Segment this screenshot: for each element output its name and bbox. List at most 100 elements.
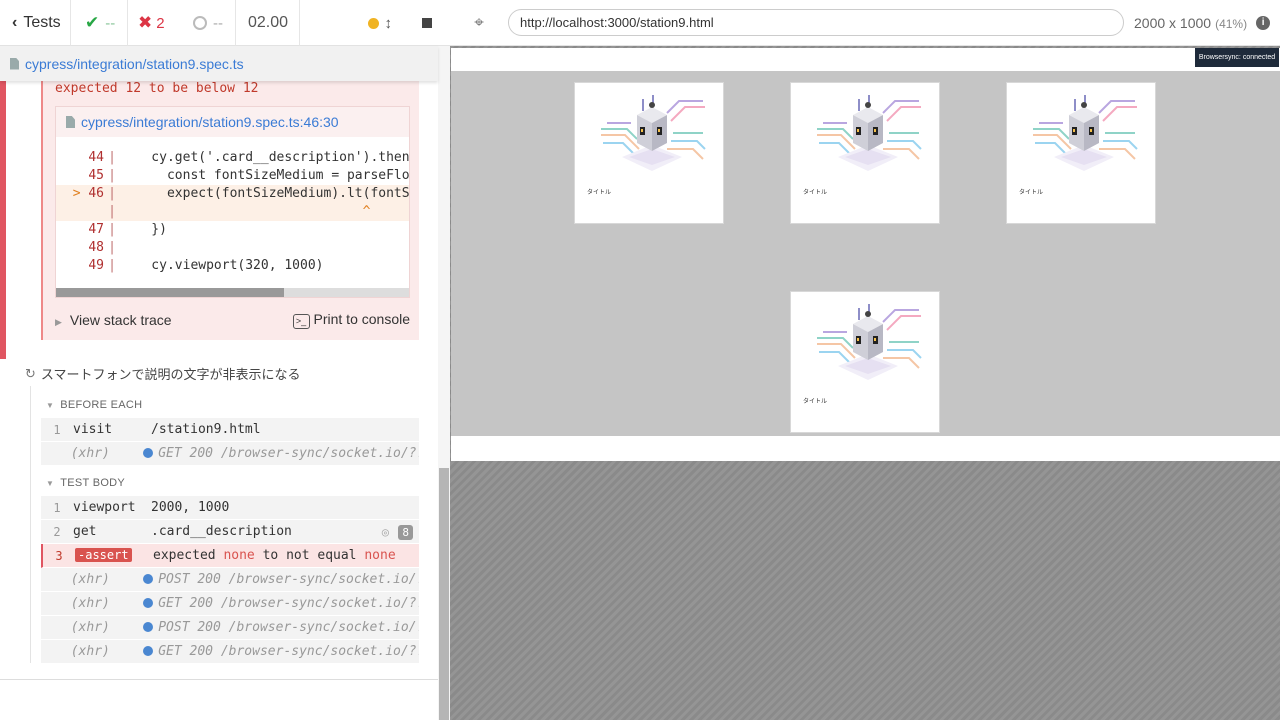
hook-label: BEFORE EACH (60, 399, 143, 411)
reporter-footer (0, 679, 438, 720)
card-title: タイトル (803, 190, 828, 196)
code-line: 49 | cy.viewport(320, 1000) (56, 257, 409, 275)
command-message: GET 200 /browser-sync/socket.io/?... (158, 644, 419, 659)
command-message: /station9.html (151, 422, 261, 437)
file-icon (10, 57, 19, 70)
command-message-wrap: GET 200 /browser-sync/socket.io/?... (143, 446, 419, 461)
file-icon (66, 116, 75, 128)
passed-count: ✔ -- (71, 0, 128, 46)
command-name: (xhr) (70, 596, 110, 611)
test-rail (30, 386, 31, 663)
command-name: (xhr) (70, 446, 110, 461)
code-frame-file-link[interactable]: cypress/integration/station9.spec.ts:46:… (56, 107, 409, 137)
command-row[interactable]: 2 get .card__description ◎ 8 (41, 520, 419, 544)
spec-file-header[interactable]: cypress/integration/station9.spec.ts (0, 46, 438, 81)
xhr-row[interactable]: (xhr) GET 200 /browser-sync/socket.io/?.… (41, 592, 419, 616)
test-body-hook-title[interactable]: ▼ TEST BODY (46, 477, 125, 489)
element-count-badge: 8 (398, 525, 413, 540)
command-message: expected none to not equal none (153, 548, 396, 563)
xhr-row[interactable]: (xhr) POST 200 /browser-sync/socket.io/.… (41, 568, 419, 592)
crosshair-icon[interactable]: ⌖ (450, 13, 508, 33)
error-message: expected 12 to be below 12 (55, 81, 259, 96)
code-line: 44 | cy.get('.card__description').then( (56, 149, 409, 167)
card[interactable]: タイトル (574, 82, 724, 224)
error-actions: ▶ View stack trace >_ Print to console (55, 311, 410, 329)
command-message-wrap: POST 200 /browser-sync/socket.io/... (143, 572, 419, 587)
command-row[interactable]: 1 visit /station9.html (41, 418, 419, 442)
print-to-console-button[interactable]: >_ Print to console (292, 311, 410, 329)
url-text: http://localhost:3000/station9.html (520, 15, 714, 30)
before-each-hook-title[interactable]: ▼ BEFORE EACH (46, 399, 142, 411)
code-line: 47 | }) (56, 221, 409, 239)
code-scrollbar[interactable] (56, 288, 409, 297)
code-scrollbar-thumb[interactable] (56, 288, 284, 297)
line-number: > 46 (56, 185, 104, 203)
line-text: expect(fontSizeMedium).lt(fontSi (120, 186, 410, 201)
reporter-scrollbar[interactable] (438, 46, 450, 720)
assert-text: to not equal (262, 548, 357, 563)
duration: 02.00 (236, 0, 300, 46)
chevron-left-icon: ‹ (12, 14, 18, 31)
line-text: cy.get('.card__description').then( (120, 150, 410, 165)
reporter-scrollbar-thumb[interactable] (439, 468, 449, 720)
card-title: タイトル (803, 399, 828, 405)
code-line-caret: | ^ (56, 203, 409, 221)
hook-label: TEST BODY (60, 477, 126, 489)
xhr-row[interactable]: (xhr) POST 200 /browser-sync/socket.io/.… (41, 616, 419, 640)
command-name: (xhr) (70, 644, 110, 659)
line-number-value: 46 (88, 186, 104, 201)
xhr-row[interactable]: (xhr) GET 200 /browser-sync/socket.io/?.… (41, 442, 419, 466)
command-number: 1 (53, 500, 61, 515)
command-message-wrap: POST 200 /browser-sync/socket.io/... (143, 620, 419, 635)
view-stack-trace-label: View stack trace (69, 312, 172, 328)
assert-badge: -assert (75, 548, 132, 562)
command-number: 1 (53, 422, 61, 437)
running-indicator-icon (367, 17, 379, 29)
command-row-failed[interactable]: 3 -assert expected none to not equal non… (41, 544, 419, 568)
line-gutter: | (108, 168, 116, 183)
card-title: タイトル (587, 190, 612, 196)
pending-value: -- (213, 14, 223, 32)
terminal-icon: >_ (292, 314, 310, 329)
test-title[interactable]: ↻ スマートフォンで説明の文字が非表示になる (25, 364, 301, 383)
browsersync-text: Browsersync: connected (1198, 54, 1276, 61)
command-number: 3 (55, 548, 63, 563)
line-gutter: | (108, 222, 116, 237)
code-line: 48 | (56, 239, 409, 257)
line-gutter: | (108, 258, 116, 273)
view-stack-trace-toggle[interactable]: ▶ View stack trace (55, 312, 172, 328)
line-text: }) (120, 222, 167, 237)
failed-count: ✖ 2 (128, 0, 181, 46)
robot-circuit-image (601, 95, 706, 171)
refresh-icon: ↻ (25, 365, 36, 381)
info-icon[interactable]: i (1256, 15, 1271, 30)
card[interactable]: タイトル (790, 82, 940, 224)
circle-icon (193, 16, 207, 30)
command-message: .card__description (151, 524, 292, 539)
command-message-wrap: GET 200 /browser-sync/socket.io/?... (143, 596, 419, 611)
assert-value: none (364, 548, 396, 563)
url-bar[interactable]: http://localhost:3000/station9.html (508, 9, 1124, 36)
app-iframe: Browsersync: connected タイトル タイトル タイトル タイ… (451, 48, 1280, 461)
line-number: 44 (88, 150, 104, 165)
status-dot-icon (143, 598, 154, 608)
auto-scroll-toggle-icon[interactable]: ↕ (385, 15, 393, 32)
code-line: 45 | const fontSizeMedium = parseFloa (56, 167, 409, 185)
line-number: 48 (88, 240, 104, 255)
stats-bar: ‹ Tests ✔ -- ✖ 2 -- 02.00 ↕ (0, 0, 450, 46)
xhr-row[interactable]: (xhr) GET 200 /browser-sync/socket.io/?.… (41, 640, 419, 664)
command-row[interactable]: 1 viewport 2000, 1000 (41, 496, 419, 520)
card[interactable]: タイトル (790, 291, 940, 433)
triangle-down-icon: ▼ (46, 478, 55, 488)
command-name: viewport (73, 500, 136, 515)
stop-button[interactable] (422, 18, 432, 28)
passed-value: -- (105, 14, 116, 32)
card[interactable]: タイトル (1006, 82, 1156, 224)
failed-value: 2 (156, 14, 165, 32)
line-gutter: | (108, 204, 116, 219)
eye-slash-icon: ◎ (381, 525, 389, 539)
command-message: POST 200 /browser-sync/socket.io/... (158, 620, 419, 635)
x-icon: ✖ (138, 13, 153, 32)
line-gutter: | (108, 150, 116, 165)
tests-button[interactable]: ‹ Tests (0, 0, 71, 46)
